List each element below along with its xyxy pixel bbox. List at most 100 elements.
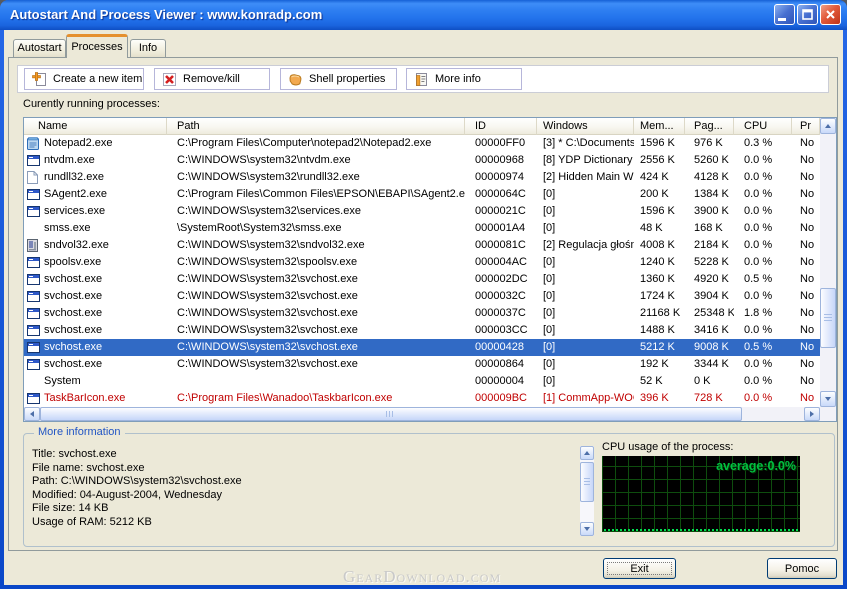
- remove-kill-button[interactable]: Remove/kill: [154, 68, 270, 90]
- process-row[interactable]: Notepad2.exeC:\Program Files\Computer\no…: [24, 135, 820, 152]
- horizontal-scroll-thumb[interactable]: [40, 407, 742, 421]
- cell-cpu: 0.0 %: [734, 203, 792, 220]
- cell-path: C:\WINDOWS\system32\rundll32.exe: [167, 169, 465, 186]
- process-row[interactable]: svchost.exeC:\WINDOWS\system32\svchost.e…: [24, 288, 820, 305]
- create-new-item-button[interactable]: Create a new item: [24, 68, 144, 90]
- title-bar[interactable]: Autostart And Process Viewer : www.konra…: [0, 0, 847, 30]
- process-name: svchost.exe: [44, 305, 102, 322]
- process-row[interactable]: svchost.exeC:\WINDOWS\system32\svchost.e…: [24, 339, 820, 356]
- cell-mem: 1488 K: [634, 322, 685, 339]
- details-scrollbar[interactable]: [580, 446, 594, 536]
- cell-cpu: 0.0 %: [734, 220, 792, 237]
- process-row[interactable]: svchost.exeC:\WINDOWS\system32\svchost.e…: [24, 356, 820, 373]
- window-process-icon: [27, 308, 44, 319]
- cell-windows: [0]: [537, 271, 634, 288]
- cell-pag: 5228 K: [685, 254, 734, 271]
- cell-windows: [0]: [537, 186, 634, 203]
- create-new-item-label: Create a new item: [53, 73, 142, 85]
- cell-path: C:\WINDOWS\system32\services.exe: [167, 203, 465, 220]
- window-title: Autostart And Process Viewer : www.konra…: [10, 7, 322, 22]
- window-process-icon: [27, 342, 44, 353]
- process-row[interactable]: spoolsv.exeC:\WINDOWS\system32\spoolsv.e…: [24, 254, 820, 271]
- column-header-pr[interactable]: Pr: [792, 118, 820, 135]
- cell-cpu: 0.0 %: [734, 288, 792, 305]
- cell-mem: 1240 K: [634, 254, 685, 271]
- cell-mem: 200 K: [634, 186, 685, 203]
- cell-windows: [2] Hidden Main Wir: [537, 169, 634, 186]
- scroll-left-icon[interactable]: [24, 407, 40, 421]
- process-row[interactable]: rundll32.exe C:\WINDOWS\system32\rundll32…: [24, 169, 820, 186]
- tab-autostart[interactable]: Autostart: [13, 39, 66, 58]
- process-row[interactable]: System00000004[0]52 K0 K0.0 %No: [24, 373, 820, 390]
- close-icon[interactable]: [820, 4, 841, 25]
- process-row[interactable]: svchost.exeC:\WINDOWS\system32\svchost.e…: [24, 271, 820, 288]
- column-header-mem[interactable]: Mem...: [634, 118, 685, 135]
- cell-pag: 3904 K: [685, 288, 734, 305]
- process-row[interactable]: svchost.exeC:\WINDOWS\system32\svchost.e…: [24, 305, 820, 322]
- window-process-icon: [27, 155, 44, 166]
- details-scroll-thumb[interactable]: [580, 462, 594, 502]
- process-row[interactable]: services.exeC:\WINDOWS\system32\services…: [24, 203, 820, 220]
- process-row[interactable]: ntvdm.exeC:\WINDOWS\system32\ntvdm.exe00…: [24, 152, 820, 169]
- tab-processes[interactable]: Processes: [66, 34, 128, 58]
- cell-name: svchost.exe: [24, 356, 167, 373]
- process-name: svchost.exe: [44, 339, 102, 356]
- minimize-icon[interactable]: [774, 4, 795, 25]
- window-process-icon: [27, 325, 44, 336]
- cell-pag: 2184 K: [685, 237, 734, 254]
- cell-cpu: 0.0 %: [734, 390, 792, 407]
- cell-cpu: 1.8 %: [734, 305, 792, 322]
- cell-windows: [1] CommApp-WOO: [537, 390, 634, 407]
- process-row[interactable]: sndvol32.exeC:\WINDOWS\system32\sndvol32…: [24, 237, 820, 254]
- process-row[interactable]: svchost.exeC:\WINDOWS\system32\svchost.e…: [24, 322, 820, 339]
- shell-properties-button[interactable]: Shell properties: [280, 68, 397, 90]
- vertical-scroll-thumb[interactable]: [820, 288, 836, 348]
- cell-pr: No: [792, 169, 820, 186]
- details-scroll-down-icon[interactable]: [580, 522, 594, 536]
- tab-page-processes: Create a new item Remove/kill Shell prop…: [8, 57, 838, 551]
- process-name: smss.exe: [44, 220, 90, 237]
- cell-id: 00000968: [465, 152, 537, 169]
- help-button[interactable]: Pomoc: [767, 558, 837, 579]
- cell-pag: 3900 K: [685, 203, 734, 220]
- cell-path: C:\WINDOWS\system32\spoolsv.exe: [167, 254, 465, 271]
- horizontal-scrollbar[interactable]: [24, 407, 820, 421]
- process-name: rundll32.exe: [44, 169, 104, 186]
- column-header-path[interactable]: Path: [167, 118, 465, 135]
- cell-pr: No: [792, 339, 820, 356]
- scroll-down-icon[interactable]: [820, 391, 836, 407]
- cell-id: 0000064C: [465, 186, 537, 203]
- cell-path: C:\Program Files\Wanadoo\TaskbarIcon.exe: [167, 390, 465, 407]
- details-line: File size: 14 KB: [32, 502, 572, 516]
- cell-pr: No: [792, 305, 820, 322]
- scroll-up-icon[interactable]: [820, 118, 836, 134]
- details-line: Title: svchost.exe: [32, 448, 572, 462]
- cell-name: rundll32.exe: [24, 169, 167, 186]
- column-header-pag[interactable]: Pag...: [685, 118, 734, 135]
- exit-button[interactable]: Exit: [603, 558, 676, 579]
- vertical-scrollbar[interactable]: [820, 118, 836, 407]
- cell-name: TaskBarIcon.exe: [24, 390, 167, 407]
- cell-mem: 5212 K: [634, 339, 685, 356]
- tab-info[interactable]: Info: [130, 39, 166, 58]
- scroll-right-icon[interactable]: [804, 407, 820, 421]
- process-row[interactable]: smss.exe\SystemRoot\System32\smss.exe000…: [24, 220, 820, 237]
- cell-cpu: 0.3 %: [734, 135, 792, 152]
- details-scroll-up-icon[interactable]: [580, 446, 594, 460]
- column-header-windows[interactable]: Windows: [537, 118, 634, 135]
- volume-process-icon: [27, 239, 44, 252]
- cpu-usage-label: CPU usage of the process:: [602, 441, 733, 453]
- column-header-id[interactable]: ID: [465, 118, 537, 135]
- processes-label: Curently running processes:: [23, 98, 160, 110]
- cell-cpu: 0.0 %: [734, 254, 792, 271]
- cell-cpu: 0.0 %: [734, 186, 792, 203]
- process-row[interactable]: TaskBarIcon.exeC:\Program Files\Wanadoo\…: [24, 390, 820, 407]
- cell-pr: No: [792, 271, 820, 288]
- process-row[interactable]: SAgent2.exeC:\Program Files\Common Files…: [24, 186, 820, 203]
- more-info-button[interactable]: More info: [406, 68, 522, 90]
- column-header-name[interactable]: Name: [24, 118, 167, 135]
- maximize-icon[interactable]: [797, 4, 818, 25]
- cell-pr: No: [792, 152, 820, 169]
- cell-mem: 52 K: [634, 373, 685, 390]
- column-header-cpu[interactable]: CPU: [734, 118, 792, 135]
